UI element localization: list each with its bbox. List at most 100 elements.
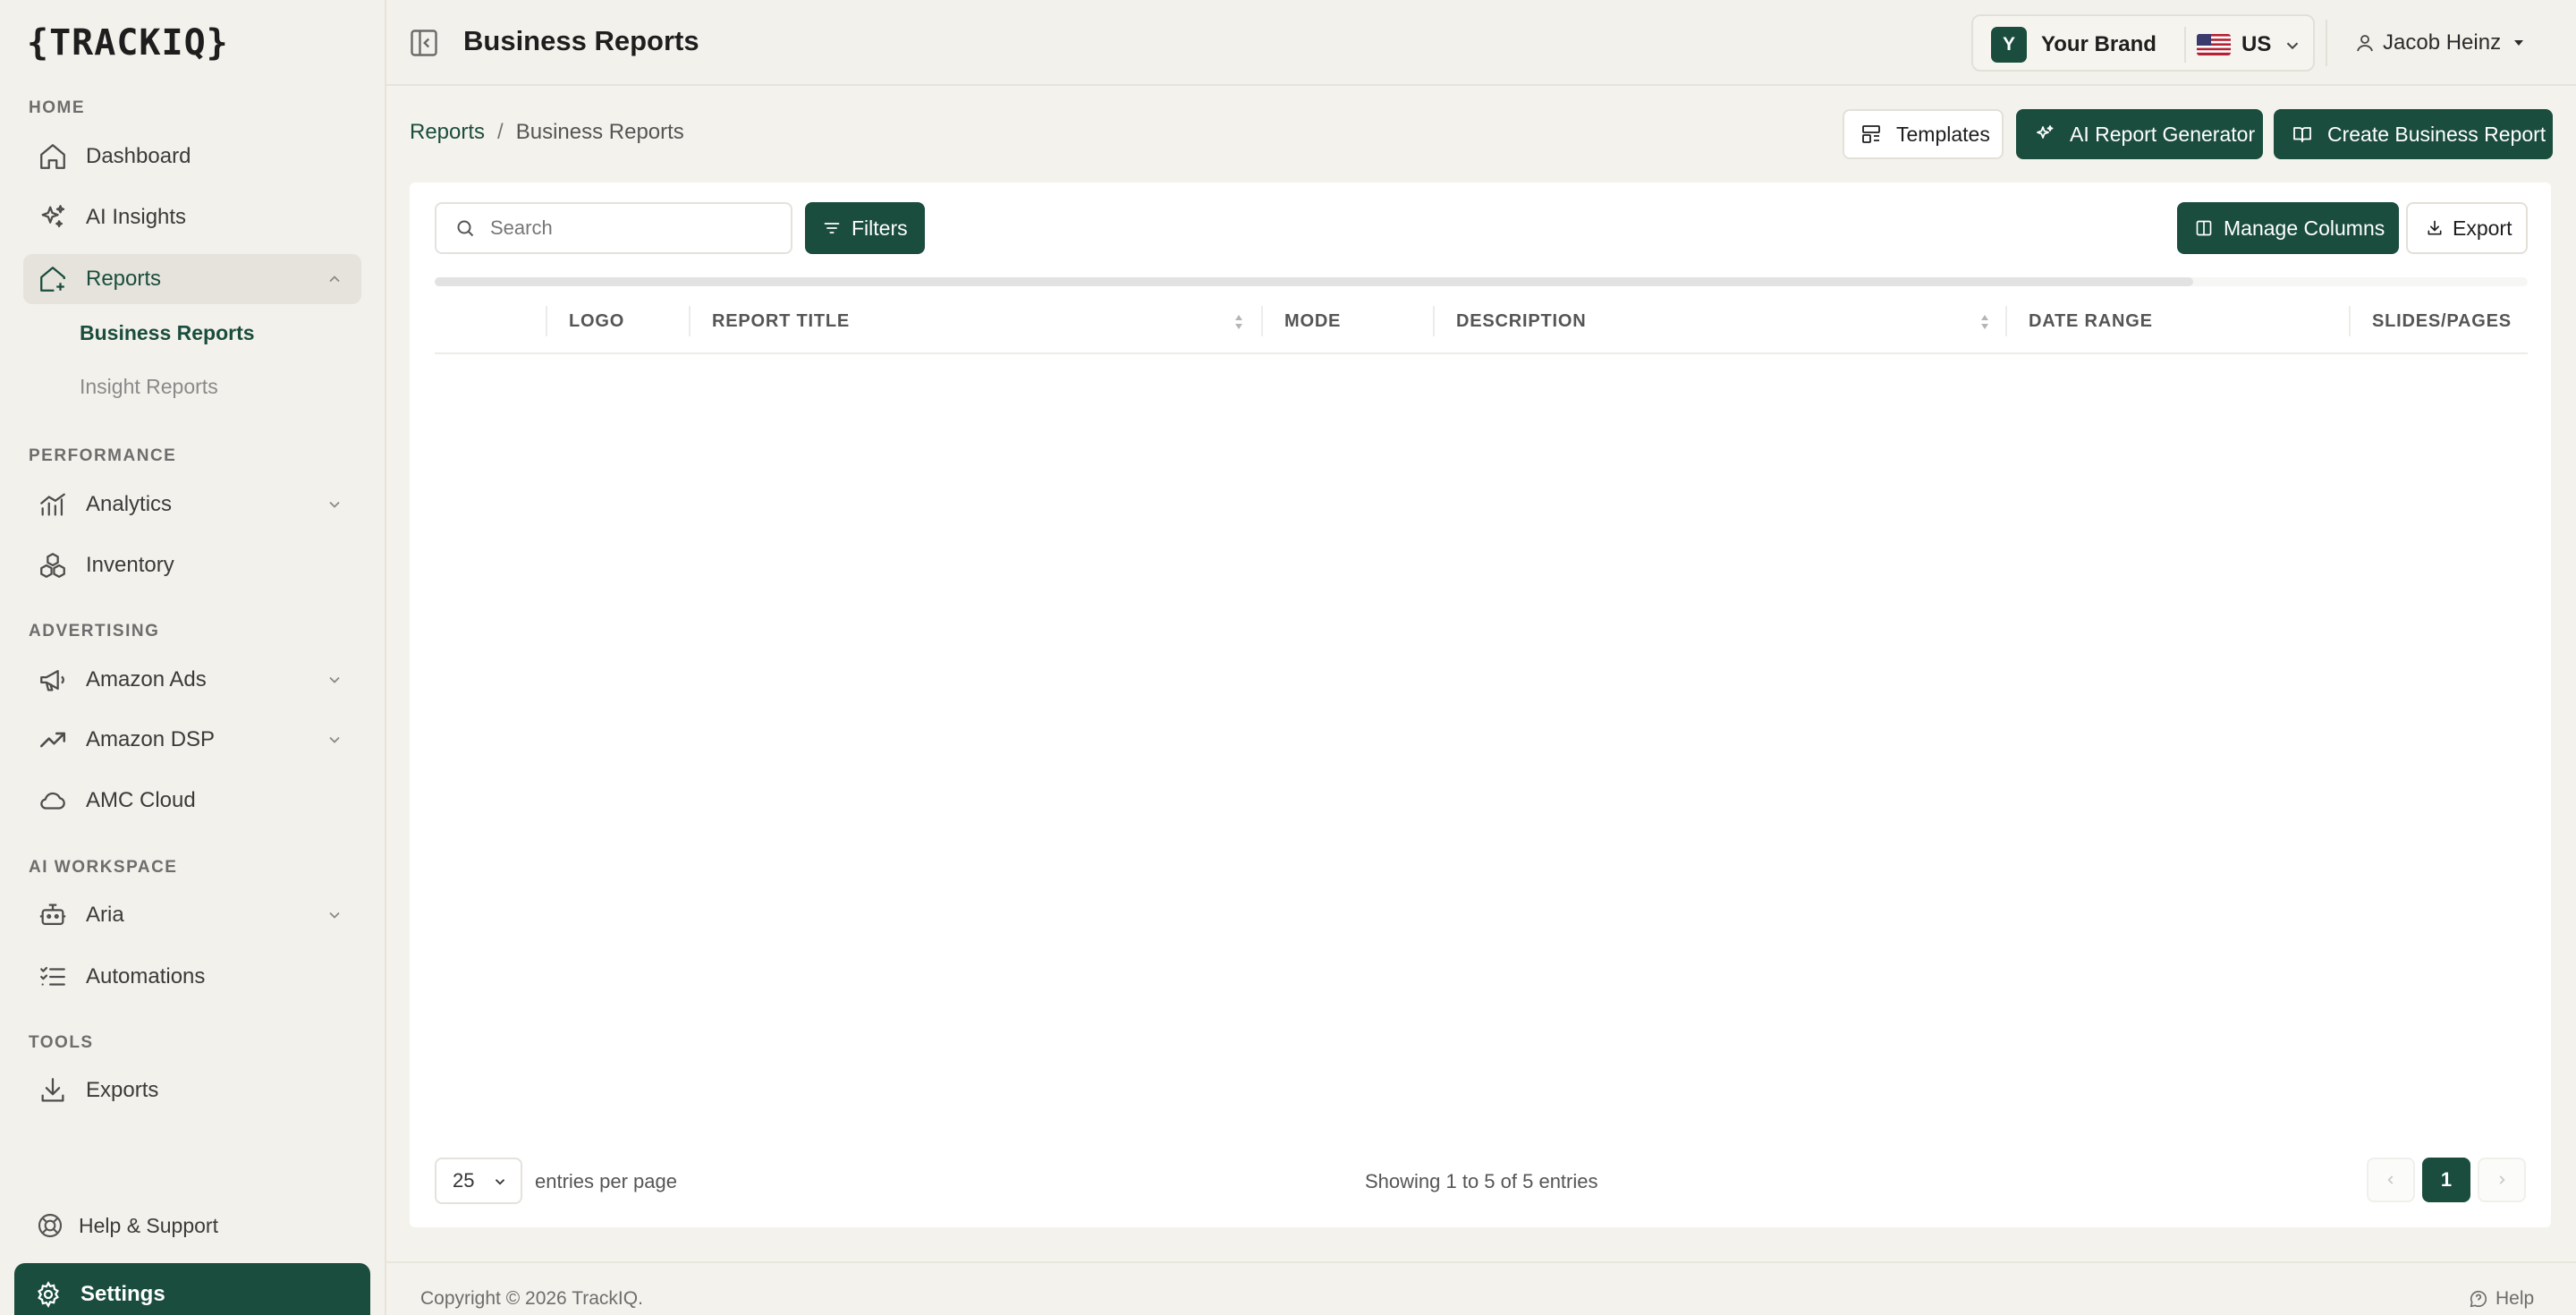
templates-button[interactable]: Templates: [1843, 109, 2004, 159]
filters-label: Filters: [852, 216, 908, 240]
settings-label: Settings: [80, 1282, 165, 1306]
market-label: US: [2241, 32, 2272, 56]
scrollbar-thumb[interactable]: [435, 277, 2193, 286]
boxes-icon: [38, 550, 68, 581]
filter-lines-icon: [823, 219, 841, 237]
sidebar-item-automations[interactable]: Automations: [23, 952, 361, 1002]
column-header-logo[interactable]: LOGO: [546, 306, 691, 336]
home-icon: [38, 141, 68, 172]
copyright-text: Copyright © 2026 TrackIQ.: [420, 1288, 643, 1309]
sidebar-collapse-icon[interactable]: [408, 27, 440, 59]
brand-avatar: Y: [1991, 27, 2027, 63]
sort-icon[interactable]: [1979, 313, 1991, 331]
book-open-icon: [2292, 123, 2313, 145]
brand-market-selector[interactable]: Y Your Brand US: [1971, 14, 2315, 72]
sidebar-item-inventory[interactable]: Inventory: [23, 540, 361, 590]
create-business-report-label: Create Business Report: [2327, 122, 2546, 146]
breadcrumb-reports-link[interactable]: Reports: [410, 120, 485, 145]
breadcrumb-separator: /: [497, 120, 504, 144]
search-icon: [454, 217, 476, 239]
brand-name: Your Brand: [2041, 32, 2157, 56]
divider: [2326, 20, 2327, 66]
previous-page-button[interactable]: [2367, 1158, 2415, 1202]
manage-columns-label: Manage Columns: [2224, 216, 2385, 240]
trending-up-icon: [38, 725, 68, 755]
column-header-description[interactable]: DESCRIPTION: [1433, 306, 2007, 336]
sidebar-subitem-business-reports[interactable]: Business Reports: [80, 321, 255, 345]
section-label-ai-workspace: AI WORKSPACE: [29, 858, 178, 877]
sidebar-item-amazon-ads[interactable]: Amazon Ads: [23, 655, 361, 705]
entries-summary: Showing 1 to 5 of 5 entries: [1365, 1170, 1598, 1192]
gear-icon: [34, 1280, 63, 1309]
sidebar-item-reports[interactable]: Reports: [23, 254, 361, 304]
footer-help-link[interactable]: Help: [2469, 1288, 2534, 1310]
bot-icon: [38, 900, 68, 930]
chevron-down-icon: [326, 671, 343, 689]
sidebar-item-analytics[interactable]: Analytics: [23, 479, 361, 530]
footer-help-label: Help: [2496, 1288, 2535, 1309]
breadcrumb: Reports / Business Reports: [410, 120, 684, 145]
settings-button[interactable]: Settings: [14, 1263, 370, 1315]
page-1-button[interactable]: 1: [2422, 1158, 2470, 1202]
sidebar-item-amazon-dsp[interactable]: Amazon DSP: [23, 715, 361, 765]
column-header-date-range[interactable]: DATE RANGE: [2005, 306, 2351, 336]
caret-down-icon: [2512, 36, 2526, 50]
section-label-home: HOME: [29, 98, 85, 117]
sidebar-item-label: Reports: [86, 267, 162, 291]
life-buoy-icon: [36, 1211, 64, 1240]
column-header-slides-pages[interactable]: SLIDES/PAGES: [2349, 306, 2528, 336]
help-circle-icon: [2469, 1289, 2488, 1309]
sidebar-item-amc-cloud[interactable]: AMC Cloud: [23, 776, 361, 826]
chevron-up-icon: [326, 270, 343, 288]
export-label: Export: [2453, 216, 2512, 240]
page-size-select[interactable]: 25: [435, 1158, 522, 1204]
filters-button[interactable]: Filters: [805, 202, 925, 254]
column-header-report-title[interactable]: REPORT TITLE: [689, 306, 1261, 336]
create-business-report-button[interactable]: Create Business Report: [2274, 109, 2553, 159]
column-header-mode[interactable]: MODE: [1261, 306, 1435, 336]
trackiq-logo[interactable]: {TRACKIQ}: [27, 16, 229, 70]
export-button[interactable]: Export: [2406, 202, 2528, 254]
section-label-tools: TOOLS: [29, 1033, 94, 1052]
horizontal-scrollbar[interactable]: [435, 277, 2528, 286]
help-support-link[interactable]: Help & Support: [36, 1209, 218, 1242]
entries-per-page-label: entries per page: [535, 1170, 677, 1192]
table-header-row: LOGO REPORT TITLE MODE DESCRIPTION DATE …: [435, 286, 2528, 354]
sidebar-subitem-insight-reports[interactable]: Insight Reports: [80, 375, 218, 399]
download-icon: [38, 1075, 68, 1106]
user-menu[interactable]: Jacob Heinz: [2354, 27, 2526, 59]
sort-icon[interactable]: [1233, 313, 1245, 331]
sidebar-item-exports[interactable]: Exports: [23, 1065, 361, 1116]
sidebar-item-label: Analytics: [86, 492, 173, 516]
help-support-label: Help & Support: [79, 1213, 218, 1237]
column-header-label: DESCRIPTION: [1456, 311, 1587, 331]
templates-label: Templates: [1896, 122, 1990, 146]
cloud-icon: [38, 785, 68, 816]
chevron-down-icon: [492, 1174, 508, 1190]
sidebar-item-aria[interactable]: Aria: [23, 890, 361, 940]
chevron-down-icon: [326, 906, 343, 924]
sidebar: {TRACKIQ} HOME Dashboard AI Insights Rep…: [0, 0, 386, 1315]
top-header: Business Reports Y Your Brand US Jacob H…: [386, 0, 2576, 86]
breadcrumb-current: Business Reports: [515, 120, 684, 144]
analytics-chart-icon: [38, 489, 68, 520]
sidebar-item-label: Automations: [86, 964, 206, 988]
chevron-left-icon: [2385, 1174, 2397, 1186]
sidebar-item-dashboard[interactable]: Dashboard: [23, 132, 361, 182]
sparkles-icon: [38, 202, 68, 233]
manage-columns-button[interactable]: Manage Columns: [2177, 202, 2399, 254]
reports-table-card: Filters Manage Columns Export LOGO REPOR…: [410, 182, 2551, 1227]
user-name: Jacob Heinz: [2383, 30, 2502, 55]
column-header-label: REPORT TITLE: [712, 311, 851, 331]
megaphone-icon: [38, 665, 68, 695]
search-field[interactable]: [435, 202, 792, 254]
next-page-button[interactable]: [2478, 1158, 2526, 1202]
download-icon: [2426, 219, 2444, 237]
chevron-down-icon: [326, 496, 343, 513]
page-size-value: 25: [453, 1169, 475, 1192]
search-input[interactable]: [490, 216, 776, 240]
ai-report-generator-button[interactable]: AI Report Generator: [2016, 109, 2263, 159]
section-label-performance: PERFORMANCE: [29, 446, 177, 465]
sidebar-item-ai-insights[interactable]: AI Insights: [23, 192, 361, 242]
sparkles-icon: [2034, 123, 2055, 145]
